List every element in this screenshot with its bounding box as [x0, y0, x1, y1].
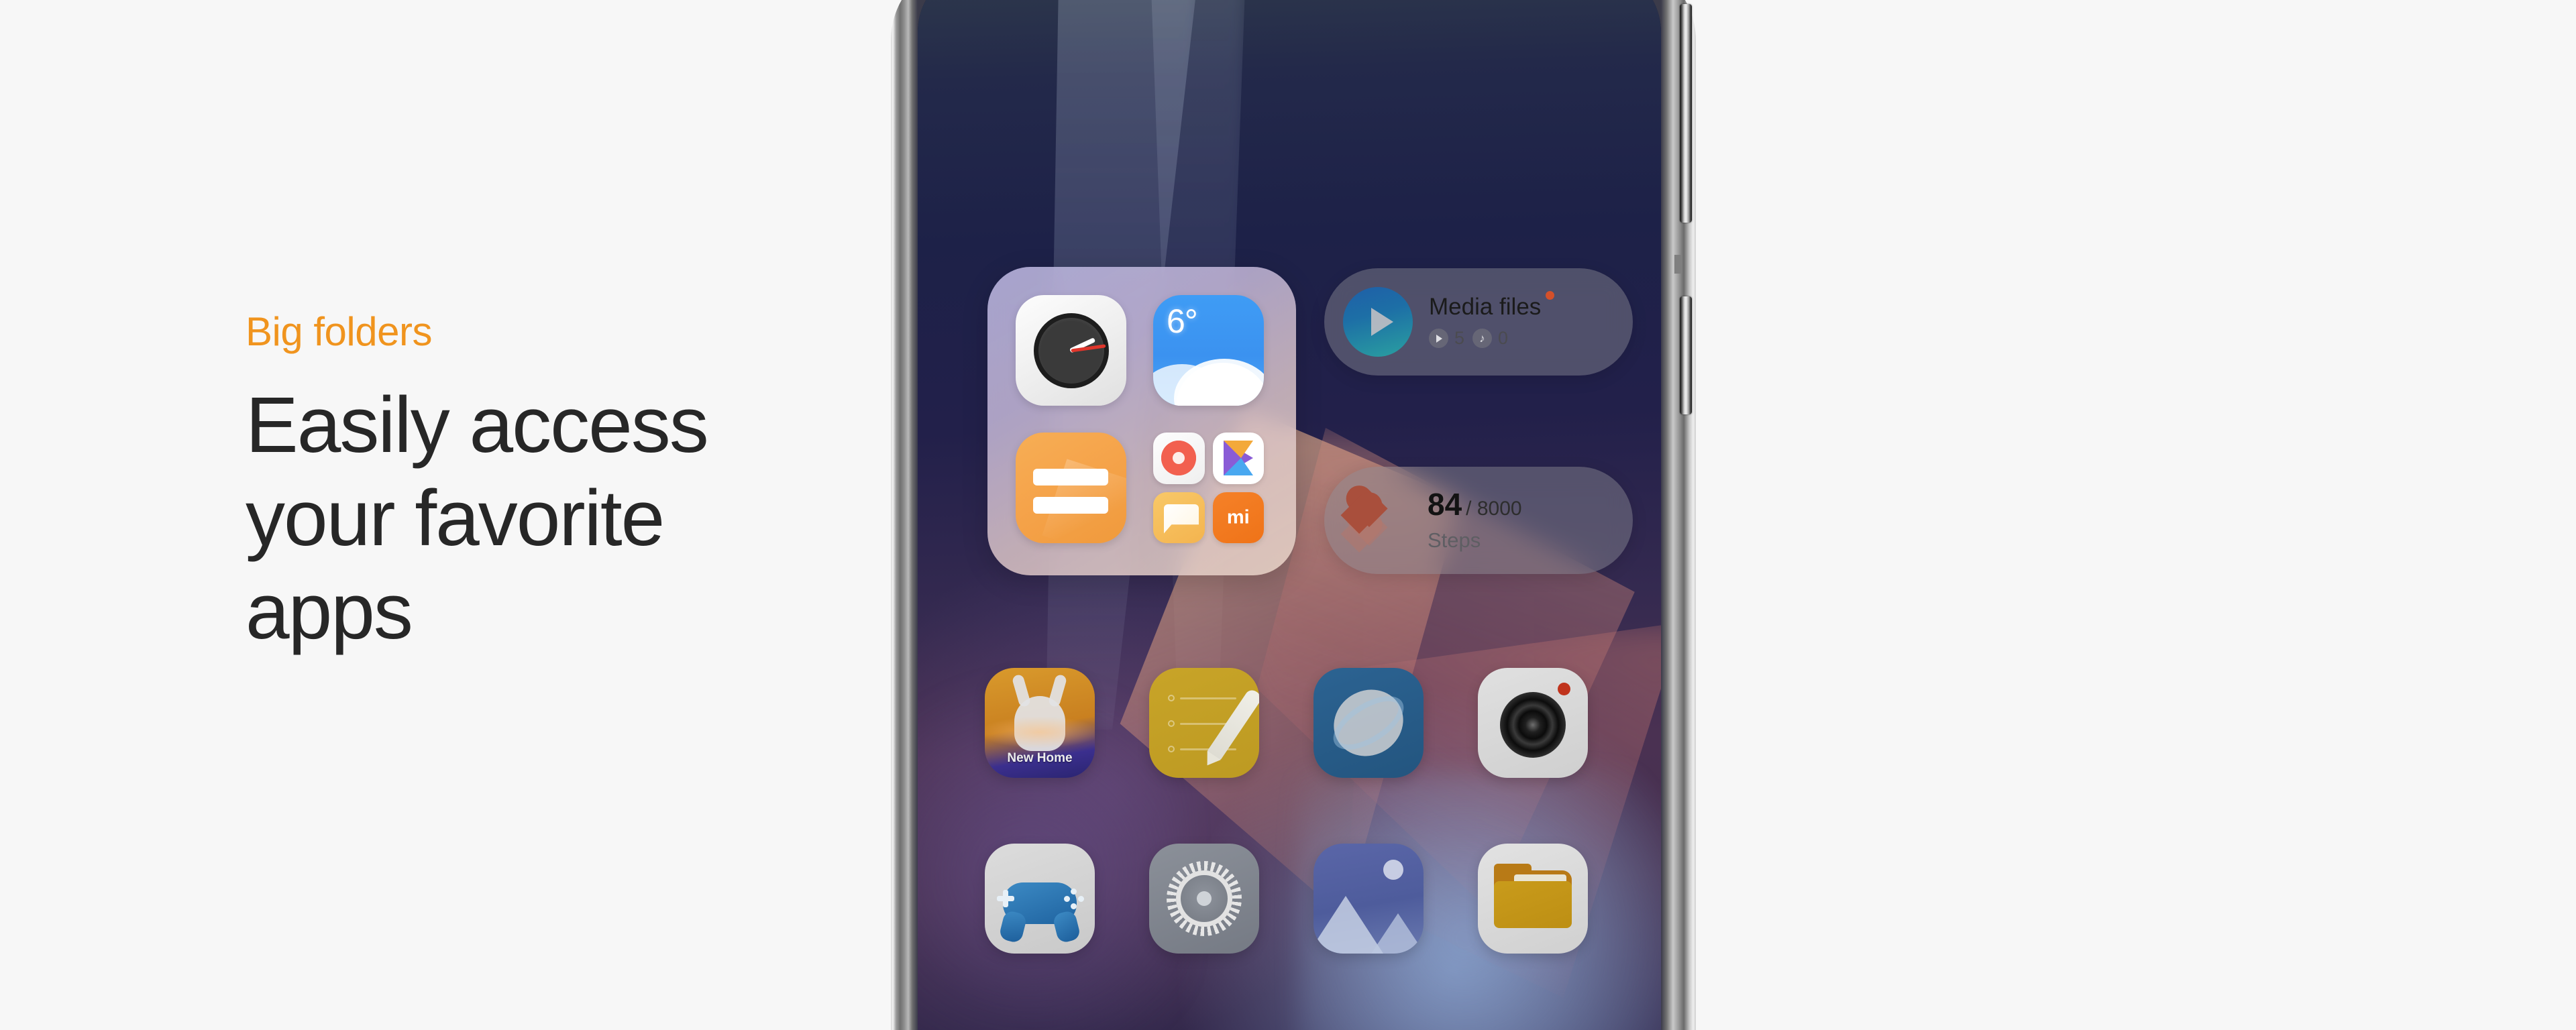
page-title: Easily access your favorite apps	[246, 381, 709, 656]
notes-bullet-1	[1168, 695, 1175, 701]
notes-bullet-2	[1168, 720, 1175, 727]
messages-icon[interactable]	[1153, 492, 1205, 543]
weather-temperature: 6°	[1167, 302, 1198, 340]
eyebrow-label: Big folders	[246, 309, 432, 354]
media-audio-stat: 0	[1472, 328, 1508, 349]
video-player-icon[interactable]	[1212, 433, 1264, 484]
gallery-sun	[1383, 860, 1403, 880]
gamepad-buttons	[1064, 889, 1084, 909]
media-audio-count: 0	[1498, 328, 1509, 348]
app-icon-notes[interactable]	[1149, 668, 1259, 778]
app-icon-settings[interactable]	[1149, 844, 1259, 954]
music-center-hole	[1173, 452, 1185, 465]
heart-main	[1344, 487, 1394, 531]
clock-icon	[1016, 295, 1126, 406]
gamepad-dpad	[997, 890, 1014, 907]
media-video-stat: 5	[1429, 328, 1464, 349]
app-icon-gallery[interactable]	[1313, 844, 1424, 954]
app-row-2	[985, 844, 1642, 954]
media-files-stats: 5 0	[1429, 328, 1541, 349]
steps-label: Steps	[1428, 528, 1481, 552]
folder-item-clock[interactable]	[1016, 295, 1126, 406]
app-icon-camera[interactable]	[1478, 668, 1588, 778]
marketing-copy-block: Big folders Easily access your favorite …	[246, 312, 849, 659]
app-icon-new-home[interactable]: New Home	[985, 668, 1095, 778]
play-circle-icon	[1343, 287, 1413, 357]
message-bubble	[1164, 504, 1199, 534]
play-badge-icon	[1429, 329, 1448, 348]
weather-icon: 6°	[1153, 295, 1264, 406]
folder-item-weather[interactable]: 6°	[1153, 295, 1264, 406]
media-video-count: 5	[1454, 328, 1465, 348]
music-icon[interactable]	[1153, 433, 1205, 484]
folder-item-calculator[interactable]	[1016, 433, 1126, 543]
mi-wordmark: mi	[1226, 506, 1250, 528]
phone-mockup: 6° mi Media files 5 ♪ 0 84 / 8000 Steps …	[891, 0, 1696, 1030]
steps-value: 84	[1428, 486, 1462, 522]
new-home-glow	[985, 716, 1095, 748]
app-row-1: New Home	[985, 668, 1642, 778]
camera-lens-icon	[1500, 692, 1566, 758]
clock-face	[1033, 312, 1109, 388]
camera-notification-dot	[1558, 683, 1570, 695]
app-label-new-home: New Home	[1007, 751, 1073, 765]
gallery-mountain-small	[1368, 913, 1424, 954]
media-files-title-wrap: Media files	[1429, 291, 1555, 320]
media-files-widget[interactable]: Media files 5 0	[1324, 268, 1633, 376]
video-play-triangle	[1223, 441, 1253, 476]
steps-widget[interactable]: 84 / 8000 Steps	[1324, 467, 1633, 574]
folder-item-mini-group[interactable]: mi	[1153, 433, 1264, 543]
notification-dot	[1546, 291, 1555, 300]
app-icon-browser[interactable]	[1313, 668, 1424, 778]
notes-bullet-3	[1168, 746, 1175, 752]
power-button[interactable]	[1680, 296, 1692, 414]
mi-logo-icon[interactable]: mi	[1212, 492, 1264, 543]
steps-goal: / 8000	[1466, 497, 1522, 520]
phone-screen: 6° mi Media files 5 ♪ 0 84 / 8000 Steps …	[918, 0, 1661, 1030]
big-folder[interactable]: 6° mi	[987, 267, 1296, 575]
media-files-title: Media files	[1429, 294, 1542, 320]
folder-icon	[1494, 881, 1572, 928]
volume-rocker-button[interactable]	[1680, 4, 1692, 223]
calculator-icon	[1016, 433, 1126, 543]
frame-antenna-band	[1674, 255, 1681, 274]
heart-icon	[1343, 485, 1413, 555]
app-icon-file-manager[interactable]	[1478, 844, 1588, 954]
notes-line-1	[1180, 697, 1236, 699]
gear-core	[1197, 891, 1212, 906]
home-screen: 6° mi Media files 5 ♪ 0 84 / 8000 Steps …	[918, 0, 1661, 1030]
app-icon-game-turbo[interactable]	[985, 844, 1095, 954]
music-note-badge-icon	[1472, 329, 1493, 348]
